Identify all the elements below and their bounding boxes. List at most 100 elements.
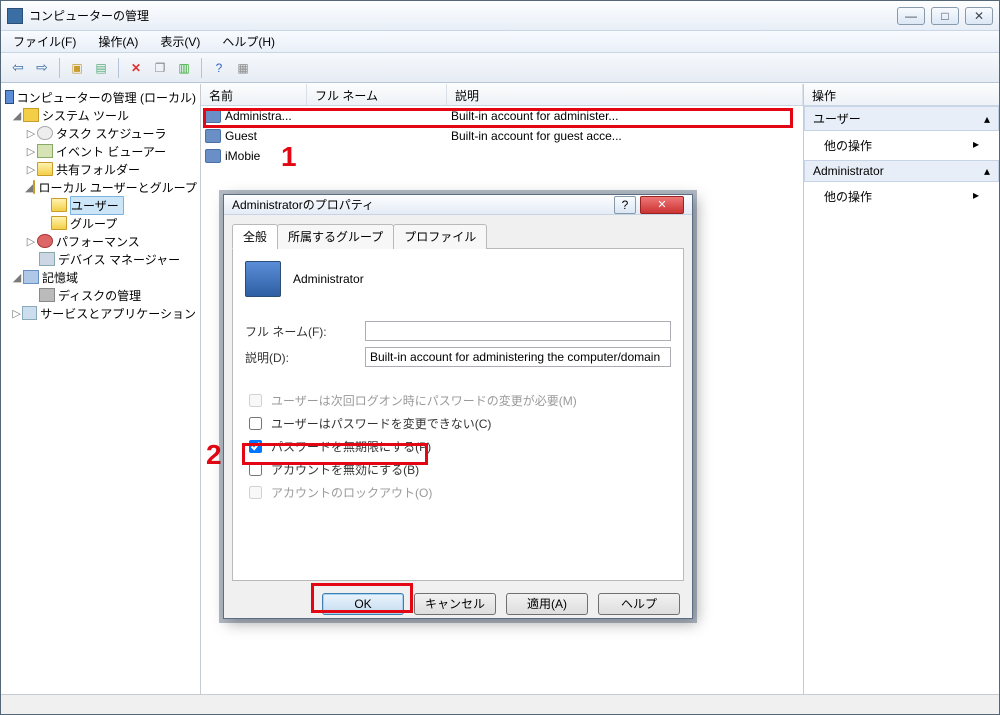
menu-file[interactable]: ファイル(F) xyxy=(7,31,82,52)
apply-button[interactable]: 適用(A) xyxy=(506,593,588,615)
col-fullname[interactable]: フル ネーム xyxy=(307,84,447,105)
annotation-number-2: 2 xyxy=(206,439,222,471)
actions-group-users[interactable]: ユーザー▴ xyxy=(804,106,999,131)
device-icon xyxy=(39,252,55,266)
tree-eventviewer[interactable]: ▷イベント ビューアー xyxy=(1,142,200,160)
computer-icon xyxy=(5,90,14,104)
cell-name: iMobie xyxy=(225,149,311,163)
user-icon xyxy=(205,109,221,123)
checkbox-icon xyxy=(249,486,262,499)
tree-storage[interactable]: ◢記憶域 xyxy=(1,268,200,286)
tab-general[interactable]: 全般 xyxy=(232,224,278,249)
folder-icon xyxy=(37,162,53,176)
close-button[interactable]: ✕ xyxy=(965,7,993,25)
tree-performance[interactable]: ▷パフォーマンス xyxy=(1,232,200,250)
refresh-button[interactable]: ▥ xyxy=(173,57,195,79)
menu-help[interactable]: ヘルプ(H) xyxy=(216,31,281,52)
tree-groups[interactable]: グループ xyxy=(1,214,200,232)
properties-dialog: Administratorのプロパティ ? ✕ 全般 所属するグループ プロファ… xyxy=(223,194,693,619)
tree-systemtools[interactable]: ◢システム ツール xyxy=(1,106,200,124)
separator xyxy=(201,58,202,78)
up-button[interactable]: ▣ xyxy=(66,57,88,79)
properties-button[interactable]: ▤ xyxy=(90,57,112,79)
tree-sharedfolders[interactable]: ▷共有フォルダー xyxy=(1,160,200,178)
chk-neverexpire[interactable]: パスワードを無期限にする(P) xyxy=(245,437,671,456)
minimize-button[interactable]: — xyxy=(897,7,925,25)
tree-diskmgmt[interactable]: ディスクの管理 xyxy=(1,286,200,304)
chk-cannotchange[interactable]: ユーザーはパスワードを変更できない(C) xyxy=(245,414,671,433)
arrow-right-icon: ⇨ xyxy=(36,59,48,76)
event-icon xyxy=(37,144,53,158)
window-title: コンピューターの管理 xyxy=(29,7,897,24)
tree-devicemanager[interactable]: デバイス マネージャー xyxy=(1,250,200,268)
user-large-icon xyxy=(245,261,281,297)
app-icon xyxy=(7,8,23,24)
tab-profile[interactable]: プロファイル xyxy=(393,224,487,249)
toolbar: ⇦ ⇨ ▣ ▤ ✕ ❐ ▥ ? ▦ xyxy=(1,53,999,83)
dialog-buttons: OK キャンセル 適用(A) ヘルプ xyxy=(224,589,692,618)
actions-header: 操作 xyxy=(804,84,999,106)
arrow-left-icon: ⇦ xyxy=(12,59,24,76)
cell-name: Guest xyxy=(225,129,311,143)
tree-localusersgroups[interactable]: ◢ローカル ユーザーとグループ xyxy=(1,178,200,196)
annotation-number-1: 1 xyxy=(281,141,297,173)
menu-action[interactable]: 操作(A) xyxy=(92,31,144,52)
cancel-button[interactable]: キャンセル xyxy=(414,593,496,615)
cell-desc: Built-in account for administer... xyxy=(451,109,618,123)
chevron-right-icon: ▸ xyxy=(973,137,979,154)
cell-desc: Built-in account for guest acce... xyxy=(451,129,622,143)
cell-name: Administra... xyxy=(225,109,311,123)
dialog-titlebar: Administratorのプロパティ ? ✕ xyxy=(224,195,692,215)
collapse-icon: ▴ xyxy=(984,164,990,178)
disk-icon xyxy=(39,288,55,302)
dialog-help-button[interactable]: ? xyxy=(614,196,636,214)
username-label: Administrator xyxy=(293,272,364,286)
checkbox-icon[interactable] xyxy=(249,463,262,476)
tree-services[interactable]: ▷サービスとアプリケーション xyxy=(1,304,200,322)
copy-button[interactable]: ❐ xyxy=(149,57,171,79)
panes-icon: ▦ xyxy=(237,61,248,75)
folder-up-icon: ▣ xyxy=(71,61,82,75)
x-icon: ✕ xyxy=(131,61,141,75)
folder-icon xyxy=(51,216,67,230)
help-button[interactable]: ? xyxy=(208,57,230,79)
col-name[interactable]: 名前 xyxy=(201,84,307,105)
actions-item-more1[interactable]: 他の操作▸ xyxy=(804,131,999,160)
checkbox-icon[interactable] xyxy=(249,417,262,430)
desc-field[interactable] xyxy=(365,347,671,367)
collapse-icon: ▴ xyxy=(984,112,990,126)
fullname-label: フル ネーム(F): xyxy=(245,323,365,340)
help-button[interactable]: ヘルプ xyxy=(598,593,680,615)
forward-button[interactable]: ⇨ xyxy=(31,57,53,79)
delete-button[interactable]: ✕ xyxy=(125,57,147,79)
chevron-right-icon: ▸ xyxy=(973,188,979,205)
tabs: 全般 所属するグループ プロファイル xyxy=(232,223,684,249)
checkbox-icon[interactable] xyxy=(249,440,262,453)
tree-pane[interactable]: コンピューターの管理 (ローカル) ◢システム ツール ▷タスク スケジューラ … xyxy=(1,84,201,694)
chk-disabled[interactable]: アカウントを無効にする(B) xyxy=(245,460,671,479)
tree-root[interactable]: コンピューターの管理 (ローカル) xyxy=(1,88,200,106)
panes-button[interactable]: ▦ xyxy=(232,57,254,79)
col-desc[interactable]: 説明 xyxy=(447,84,803,105)
list-header: 名前 フル ネーム 説明 xyxy=(201,84,803,106)
dialog-title: Administratorのプロパティ xyxy=(232,196,374,213)
refresh-icon: ▥ xyxy=(178,61,189,75)
tree-users[interactable]: ユーザー xyxy=(1,196,200,214)
menu-view[interactable]: 表示(V) xyxy=(154,31,206,52)
menubar: ファイル(F) 操作(A) 表示(V) ヘルプ(H) xyxy=(1,31,999,53)
maximize-button[interactable]: □ xyxy=(931,7,959,25)
ok-button[interactable]: OK xyxy=(322,593,404,615)
actions-item-more2[interactable]: 他の操作▸ xyxy=(804,182,999,211)
folder-icon xyxy=(51,198,67,212)
page-icon: ▤ xyxy=(95,61,106,75)
tab-memberof[interactable]: 所属するグループ xyxy=(277,224,394,249)
separator xyxy=(118,58,119,78)
help-icon: ? xyxy=(216,61,223,75)
fullname-field[interactable] xyxy=(365,321,671,341)
back-button[interactable]: ⇦ xyxy=(7,57,29,79)
dialog-close-button[interactable]: ✕ xyxy=(640,196,684,214)
clock-icon xyxy=(37,126,53,140)
list-row[interactable]: Administra... Built-in account for admin… xyxy=(201,106,803,126)
tree-taskscheduler[interactable]: ▷タスク スケジューラ xyxy=(1,124,200,142)
actions-group-admin[interactable]: Administrator▴ xyxy=(804,160,999,182)
